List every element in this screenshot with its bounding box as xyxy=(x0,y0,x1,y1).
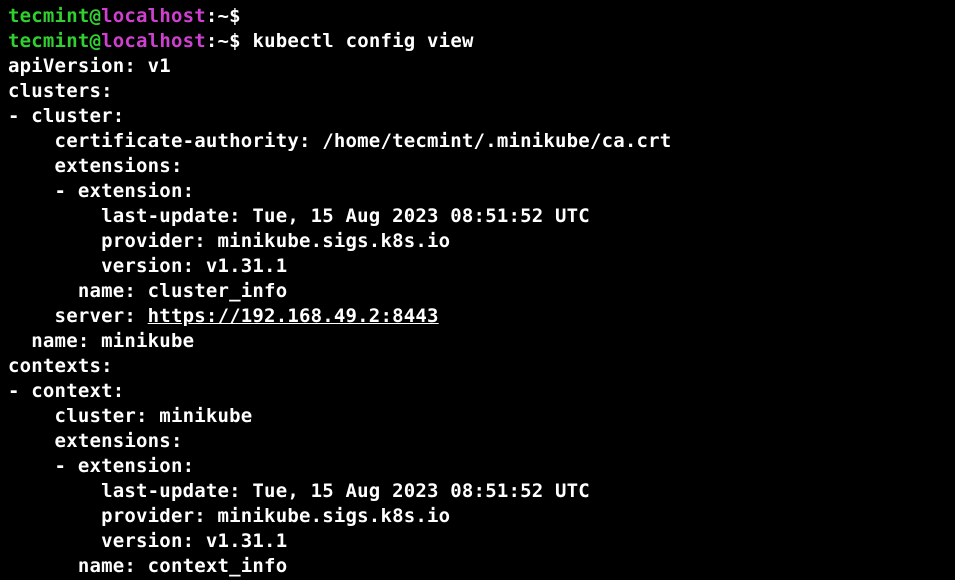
output-line: - extension: xyxy=(8,179,947,204)
prompt-line-2[interactable]: tecmint@localhost:~$ kubectl config view xyxy=(8,29,947,54)
prompt-user: tecmint xyxy=(8,30,89,52)
prompt-host: localhost xyxy=(101,5,206,27)
output-line: apiVersion: v1 xyxy=(8,54,947,79)
prompt-user: tecmint xyxy=(8,5,89,27)
prompt-at: @ xyxy=(89,30,101,52)
output-line: - context: xyxy=(8,379,947,404)
output-line: name: context_info xyxy=(8,554,947,579)
output-line: cluster: minikube xyxy=(8,404,947,429)
output-line: contexts: xyxy=(8,354,947,379)
prompt-sep: : xyxy=(206,30,218,52)
output-line: certificate-authority: /home/tecmint/.mi… xyxy=(8,129,947,154)
prompt-at: @ xyxy=(89,5,101,27)
output-line: extensions: xyxy=(8,429,947,454)
prompt-path: ~ xyxy=(218,5,230,27)
prompt-sep: : xyxy=(206,5,218,27)
prompt-line-1[interactable]: tecmint@localhost:~$ xyxy=(8,4,947,29)
output-line: provider: minikube.sigs.k8s.io xyxy=(8,504,947,529)
output-line: name: cluster_info xyxy=(8,279,947,304)
output-line: provider: minikube.sigs.k8s.io xyxy=(8,229,947,254)
command-text: kubectl config view xyxy=(252,30,473,52)
output-line: - cluster: xyxy=(8,104,947,129)
prompt-path: ~ xyxy=(218,30,230,52)
prompt-host: localhost xyxy=(101,30,206,52)
server-label: server: xyxy=(8,305,148,327)
output-line: version: v1.31.1 xyxy=(8,254,947,279)
output-line: last-update: Tue, 15 Aug 2023 08:51:52 U… xyxy=(8,204,947,229)
output-line: last-update: Tue, 15 Aug 2023 08:51:52 U… xyxy=(8,479,947,504)
output-line: - extension: xyxy=(8,454,947,479)
prompt-symbol: $ xyxy=(229,30,241,52)
output-line: version: v1.31.1 xyxy=(8,529,947,554)
prompt-symbol: $ xyxy=(229,5,241,27)
server-url[interactable]: https://192.168.49.2:8443 xyxy=(148,305,439,327)
output-line: extensions: xyxy=(8,154,947,179)
output-line: clusters: xyxy=(8,79,947,104)
output-line: name: minikube xyxy=(8,329,947,354)
output-line-server: server: https://192.168.49.2:8443 xyxy=(8,304,947,329)
